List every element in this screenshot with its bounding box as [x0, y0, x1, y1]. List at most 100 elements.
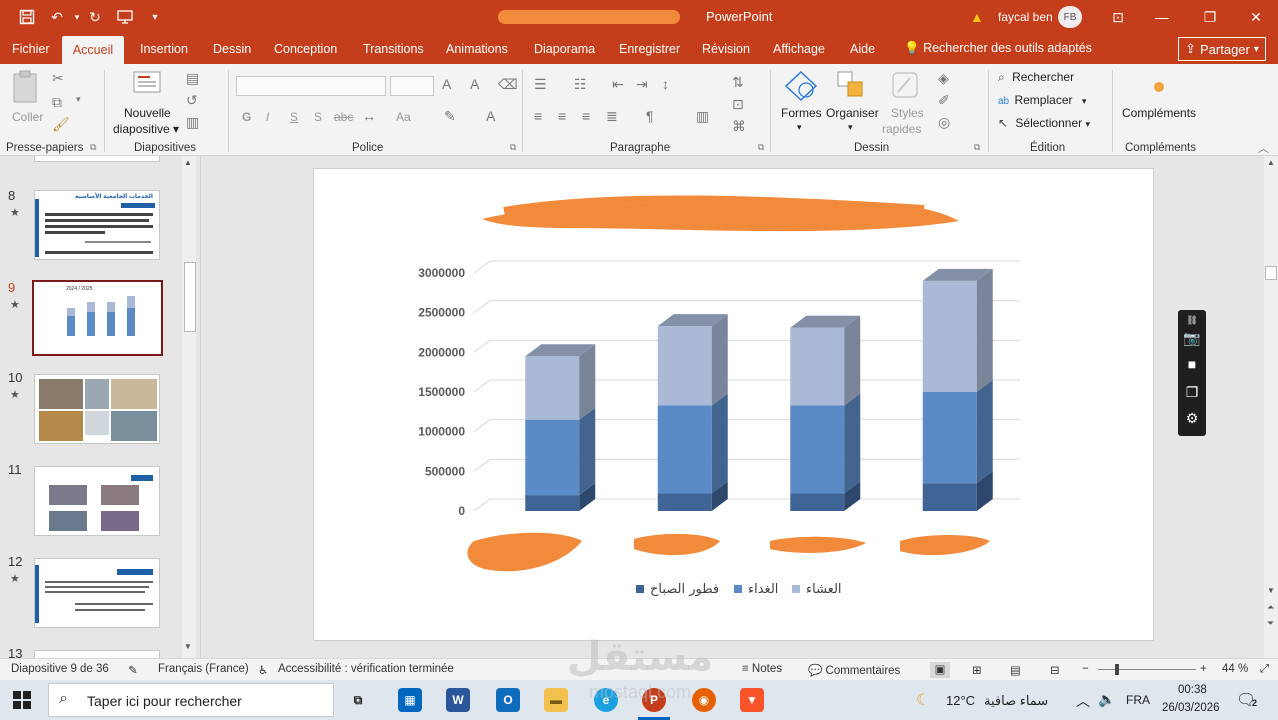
- window-capture-icon[interactable]: ❐: [1183, 384, 1201, 400]
- format-painter-icon[interactable]: 🖌: [52, 116, 70, 133]
- stacked-bar-chart[interactable]: 0 500000 1000000 1500000 2000000 2500000 30000…: [314, 169, 1155, 642]
- save-icon[interactable]: [18, 8, 36, 26]
- next-slide-icon[interactable]: ⏷: [1267, 618, 1274, 629]
- weather-icon[interactable]: ☾: [916, 690, 930, 710]
- shape-effects-icon[interactable]: ◎: [938, 114, 950, 131]
- fit-to-window-icon[interactable]: ⤢: [1260, 663, 1269, 676]
- language-indicator[interactable]: Français (France): [158, 663, 249, 675]
- slide-thumbnail-9[interactable]: 2024 / 2025: [32, 280, 163, 356]
- weather-description[interactable]: سماء صافية: [984, 693, 1048, 709]
- brave-icon[interactable]: ▼: [740, 688, 764, 712]
- smartart-icon[interactable]: ⌘: [732, 118, 746, 135]
- slide-thumbnail-13[interactable]: [34, 650, 160, 658]
- decrease-indent-icon[interactable]: ⇤: [612, 76, 624, 93]
- shape-fill-icon[interactable]: ◈: [938, 70, 949, 87]
- previous-slide-icon[interactable]: ⏶: [1267, 602, 1274, 613]
- share-button[interactable]: ⇪ Partager ▾: [1178, 37, 1266, 61]
- zoom-slider[interactable]: [1098, 669, 1196, 670]
- tab-dessin[interactable]: Dessin: [213, 42, 251, 56]
- slide-sorter-icon[interactable]: ⊞: [972, 663, 982, 677]
- slide-thumbnail-10[interactable]: [34, 374, 160, 444]
- drawing-launcher-icon[interactable]: ⧉: [974, 142, 980, 153]
- reading-view-icon[interactable]: ▤: [1010, 663, 1021, 677]
- font-color-icon[interactable]: A: [486, 108, 495, 124]
- tab-conception[interactable]: Conception: [274, 42, 337, 56]
- font-family-select[interactable]: [236, 76, 386, 96]
- highlight-icon[interactable]: ✎: [444, 108, 456, 125]
- normal-view-icon[interactable]: ▣: [930, 662, 950, 678]
- customize-qat-icon[interactable]: ▾: [146, 8, 164, 26]
- tell-me-search[interactable]: 💡 Rechercher des outils adaptés: [904, 41, 1092, 56]
- copy-dropdown-icon[interactable]: ▾: [76, 94, 81, 105]
- decrease-font-icon[interactable]: A: [470, 76, 479, 92]
- slide-thumbnail-7[interactable]: [34, 156, 160, 162]
- comments-button[interactable]: 💬 Commentaires: [808, 663, 900, 677]
- clock-time[interactable]: 00:38: [1178, 684, 1207, 696]
- shapes-button[interactable]: Formes ▾: [780, 70, 822, 140]
- font-launcher-icon[interactable]: ⧉: [510, 142, 516, 153]
- align-left-icon[interactable]: ≡: [534, 108, 542, 124]
- quick-styles-button[interactable]: Styles rapides: [882, 70, 928, 140]
- arrange-button[interactable]: Organiser ▾: [824, 70, 880, 140]
- line-spacing-icon[interactable]: ↕: [662, 76, 669, 92]
- cut-icon[interactable]: ✂: [52, 70, 64, 87]
- spellcheck-icon[interactable]: ✎: [128, 663, 138, 677]
- windows-start-icon[interactable]: [12, 690, 32, 713]
- strikethrough-button[interactable]: abc: [334, 110, 353, 124]
- zoom-slider-thumb[interactable]: [1115, 664, 1119, 675]
- bold-button[interactable]: G: [242, 110, 251, 124]
- paste-button[interactable]: Coller: [10, 70, 46, 126]
- find-button[interactable]: ⌕ Rechercher: [998, 70, 1074, 88]
- char-spacing-icon[interactable]: ↔: [362, 108, 376, 124]
- minimize-button[interactable]: —: [1150, 6, 1174, 28]
- align-right-icon[interactable]: ≡: [582, 108, 590, 124]
- underline-button[interactable]: S: [290, 110, 298, 124]
- change-case-button[interactable]: Aa: [396, 110, 411, 124]
- video-icon[interactable]: ■: [1183, 356, 1201, 372]
- text-shadow-button[interactable]: S: [314, 110, 322, 124]
- scrollbar-thumb[interactable]: [184, 262, 196, 332]
- replace-button[interactable]: ab Remplacer ▾: [998, 93, 1086, 111]
- undo-dropdown-icon[interactable]: ▾: [68, 8, 86, 26]
- camera-icon[interactable]: 📷: [1183, 330, 1201, 346]
- font-size-select[interactable]: [390, 76, 434, 96]
- scrollbar-thumb[interactable]: [1265, 266, 1277, 280]
- scroll-up-icon[interactable]: ▲: [184, 158, 192, 167]
- italic-button[interactable]: I: [266, 110, 269, 124]
- tab-transitions[interactable]: Transitions: [363, 42, 424, 56]
- text-direction-icon[interactable]: ⇅: [732, 74, 744, 91]
- align-text-icon[interactable]: ⊡: [732, 96, 744, 113]
- increase-font-icon[interactable]: A: [442, 76, 451, 92]
- accessibility-status[interactable]: Accessibilité : vérification terminée: [278, 663, 454, 675]
- tab-revision[interactable]: Révision: [702, 42, 750, 56]
- word-icon[interactable]: W: [446, 688, 470, 712]
- start-slideshow-icon[interactable]: [116, 8, 134, 26]
- outlook-icon[interactable]: O: [496, 688, 520, 712]
- collapse-ribbon-icon[interactable]: ︿: [1258, 140, 1269, 156]
- addins-button[interactable]: Compléments: [1120, 70, 1200, 130]
- tab-aide[interactable]: Aide: [850, 42, 875, 56]
- show-hidden-icons-chevron[interactable]: ︿: [1076, 691, 1090, 711]
- increase-indent-icon[interactable]: ⇥: [636, 76, 648, 93]
- task-view-icon[interactable]: ⧉: [346, 688, 370, 712]
- scroll-down-icon[interactable]: ▼: [184, 642, 192, 651]
- warning-icon[interactable]: ▲: [970, 9, 984, 25]
- notes-button[interactable]: ≡ Notes: [742, 663, 782, 675]
- clear-formatting-icon[interactable]: ⌫: [498, 76, 518, 93]
- user-name[interactable]: faycal ben: [998, 10, 1053, 24]
- paragraph-launcher-icon[interactable]: ⧉: [758, 142, 764, 153]
- link-icon[interactable]: ⛓: [1183, 312, 1201, 328]
- columns-icon[interactable]: ▥: [696, 108, 709, 125]
- tab-fichier[interactable]: Fichier: [12, 42, 50, 56]
- weather-temperature[interactable]: 12°C: [946, 693, 975, 708]
- firefox-icon[interactable]: ◉: [692, 688, 716, 712]
- zoom-out-button[interactable]: −: [1082, 663, 1089, 675]
- section-icon[interactable]: ▥: [186, 114, 199, 131]
- taskbar-search[interactable]: ⌕ Taper ici pour rechercher: [48, 683, 334, 717]
- scroll-down-icon[interactable]: ▼: [1267, 586, 1275, 595]
- tab-animations[interactable]: Animations: [446, 42, 508, 56]
- powerpoint-icon[interactable]: P: [642, 688, 666, 712]
- ribbon-display-options-icon[interactable]: ⊡: [1106, 6, 1130, 28]
- slide-thumbnail-12[interactable]: [34, 558, 160, 628]
- reset-slide-icon[interactable]: ↺: [186, 92, 198, 109]
